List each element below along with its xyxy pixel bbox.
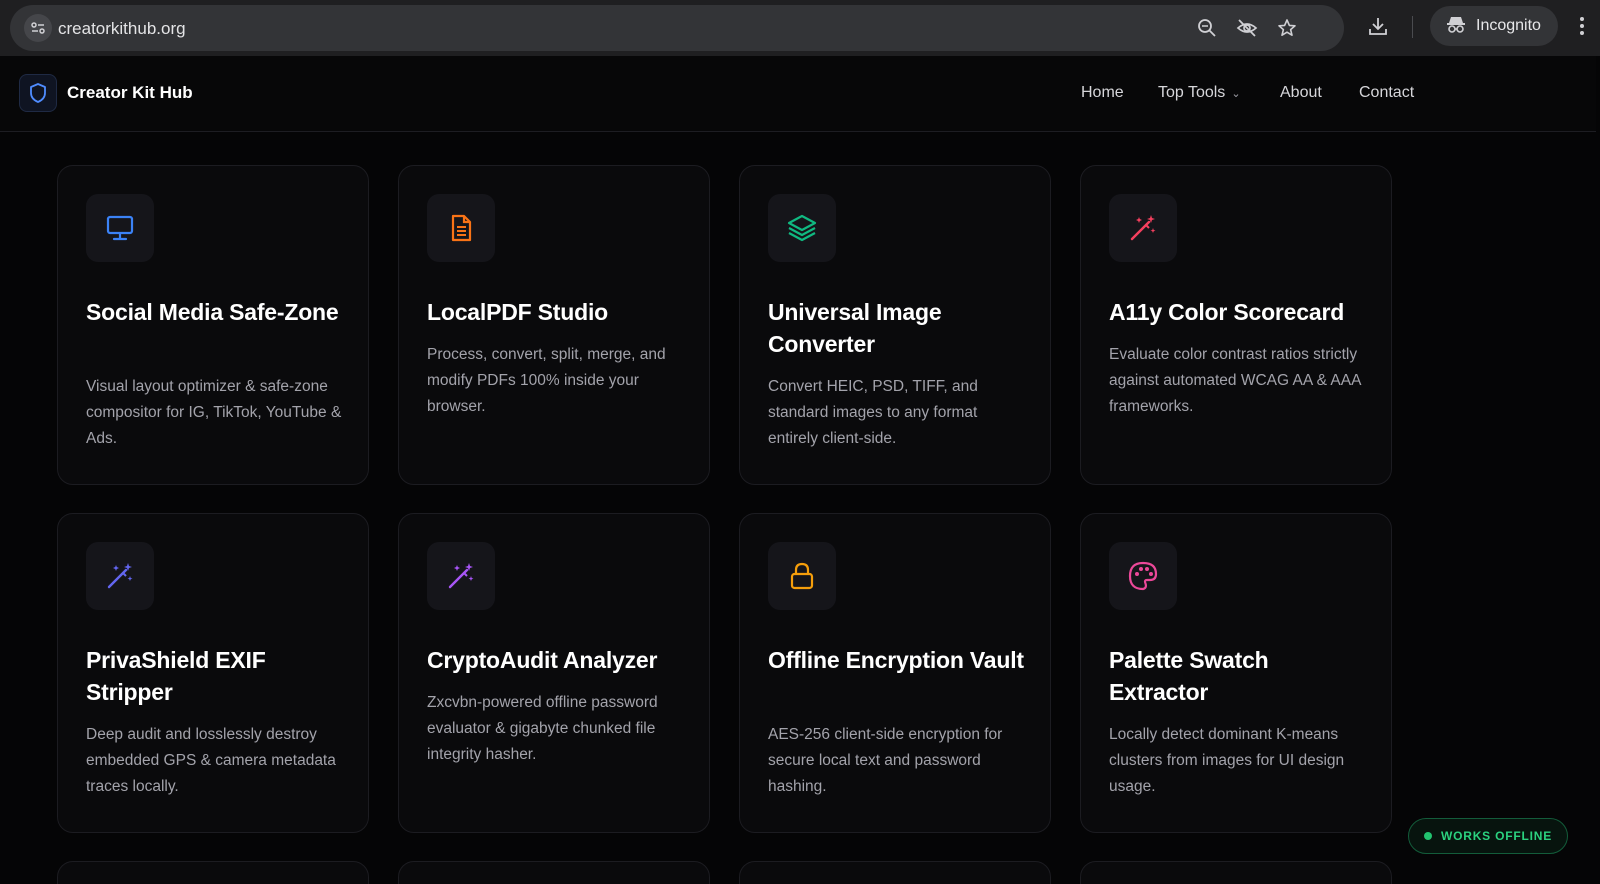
incognito-icon: [1446, 15, 1466, 38]
tool-description: Evaluate color contrast ratios strictly …: [1109, 346, 1361, 415]
tool-description: Deep audit and losslessly destroy embedd…: [86, 726, 336, 795]
shield-icon: [19, 74, 57, 112]
page-content: Creator Kit Hub Home Top Tools ⌄ About Co…: [0, 56, 1596, 884]
brand-name: Creator Kit Hub: [67, 83, 193, 102]
lock-icon: [768, 542, 836, 610]
more-vert-icon[interactable]: [1572, 12, 1592, 40]
tool-card[interactable]: [1080, 861, 1392, 884]
brand-link[interactable]: Creator Kit Hub: [19, 74, 193, 112]
tool-card-a11y-color-scorecard[interactable]: A11y Color Scorecard Evaluate color cont…: [1080, 165, 1392, 485]
tool-description: AES-256 client-side encryption for secur…: [768, 726, 1003, 795]
palette-icon: [1109, 542, 1177, 610]
tool-description: Process, convert, split, merge, and modi…: [427, 346, 666, 415]
nav-about[interactable]: About: [1280, 84, 1322, 102]
document-icon: [427, 194, 495, 262]
tool-description: Locally detect dominant K-means clusters…: [1109, 726, 1345, 795]
tool-title: LocalPDF Studio: [427, 299, 609, 325]
zoom-icon[interactable]: [1196, 17, 1218, 39]
layers-icon: [768, 194, 836, 262]
tool-title: Offline Encryption Vault: [768, 647, 1024, 673]
works-offline-badge: WORKS OFFLINE: [1408, 818, 1568, 854]
magic-wand-icon: [86, 542, 154, 610]
magic-wand-icon: [427, 542, 495, 610]
tool-card-universal-image-converter[interactable]: Universal Image Converter Convert HEIC, …: [739, 165, 1051, 485]
tool-card[interactable]: [398, 861, 710, 884]
nav-contact[interactable]: Contact: [1359, 84, 1414, 102]
site-header: Creator Kit Hub Home Top Tools ⌄ About Co…: [0, 56, 1596, 132]
tool-card-palette-swatch-extractor[interactable]: Palette Swatch Extractor Locally detect …: [1080, 513, 1392, 833]
tool-description: Convert HEIC, PSD, TIFF, and standard im…: [768, 378, 978, 447]
browser-toolbar: creatorkithub.org Incognito: [0, 0, 1600, 56]
tool-card-social-media-safe-zone[interactable]: Social Media Safe-Zone Visual layout opt…: [57, 165, 369, 485]
status-dot-icon: [1423, 832, 1432, 840]
tool-card-cryptoaudit-analyzer[interactable]: CryptoAudit Analyzer Zxcvbn-powered offl…: [398, 513, 710, 833]
tool-title: PrivaShield EXIF Stripper: [86, 647, 266, 705]
works-offline-label: WORKS OFFLINE: [1440, 829, 1553, 843]
tool-card[interactable]: [739, 861, 1051, 884]
nav-home[interactable]: Home: [1081, 84, 1124, 102]
tool-card[interactable]: [57, 861, 369, 884]
nav-top-tools[interactable]: Top Tools ⌄: [1158, 84, 1241, 102]
nav-top-tools-label: Top Tools: [1158, 84, 1226, 101]
tool-card-privashield-exif-stripper[interactable]: PrivaShield EXIF Stripper Deep audit and…: [57, 513, 369, 833]
url-text[interactable]: creatorkithub.org: [58, 19, 186, 39]
site-info-icon[interactable]: [24, 14, 52, 42]
chevron-down-icon: ⌄: [1231, 88, 1241, 100]
tool-title: A11y Color Scorecard: [1109, 299, 1345, 325]
tool-card-offline-encryption-vault[interactable]: Offline Encryption Vault AES-256 client-…: [739, 513, 1051, 833]
tool-title: Palette Swatch Extractor: [1109, 647, 1269, 705]
tool-title: CryptoAudit Analyzer: [427, 647, 658, 673]
incognito-button[interactable]: Incognito: [1430, 6, 1558, 46]
eye-off-icon[interactable]: [1236, 17, 1258, 39]
star-icon[interactable]: [1276, 17, 1298, 39]
magic-wand-icon: [1109, 194, 1177, 262]
tool-description: Zxcvbn-powered offline password evaluato…: [427, 694, 658, 763]
tool-description: Visual layout optimizer & safe-zone comp…: [86, 378, 342, 447]
monitor-icon: [86, 194, 154, 262]
incognito-label: Incognito: [1476, 17, 1541, 34]
toolbar-divider: [1412, 16, 1413, 38]
tool-card-localpdf-studio[interactable]: LocalPDF Studio Process, convert, split,…: [398, 165, 710, 485]
download-icon[interactable]: [1364, 12, 1392, 40]
tool-title: Universal Image Converter: [768, 299, 942, 357]
address-bar[interactable]: creatorkithub.org: [10, 5, 1344, 51]
tool-title: Social Media Safe-Zone: [86, 299, 339, 325]
